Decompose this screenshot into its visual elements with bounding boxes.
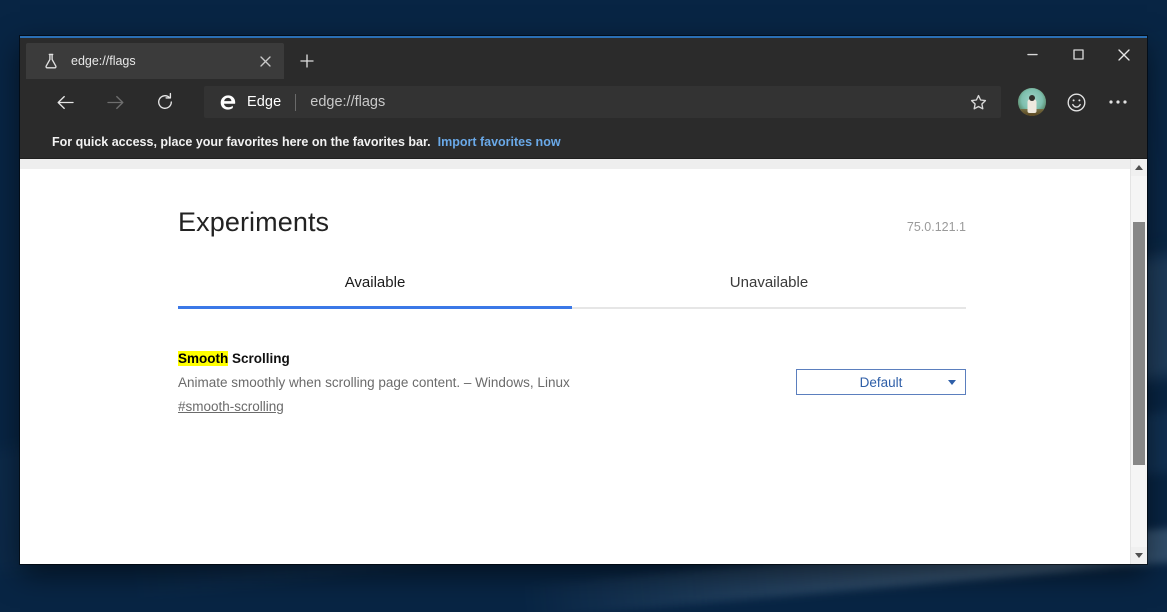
experiment-state-value: Default — [860, 375, 903, 390]
avatar — [1018, 88, 1046, 116]
flask-icon — [42, 52, 60, 70]
tab-strip: edge://flags — [20, 38, 324, 79]
back-button[interactable] — [48, 85, 82, 119]
experiment-row: Smooth Scrolling Animate smoothly when s… — [178, 351, 966, 416]
web-content-area: Experiments 75.0.121.1 Available Unavail… — [20, 159, 1147, 564]
page-tabs-active-indicator — [178, 306, 572, 309]
tab-close-icon[interactable] — [252, 48, 278, 74]
url-text[interactable]: edge://flags — [310, 94, 963, 110]
profile-button[interactable] — [1015, 85, 1049, 119]
chevron-down-icon — [948, 380, 956, 385]
experiment-description: Animate smoothly when scrolling page con… — [178, 373, 778, 394]
smiley-icon[interactable] — [1059, 85, 1093, 119]
experiment-title-rest: Scrolling — [228, 351, 290, 366]
browser-toolbar: Edge edge://flags — [20, 79, 1147, 125]
import-favorites-link[interactable]: Import favorites now — [438, 135, 561, 149]
forward-button — [98, 85, 132, 119]
minimize-button[interactable] — [1009, 38, 1055, 71]
edge-brand-label: Edge — [247, 94, 281, 110]
favorites-bar-message: For quick access, place your favorites h… — [52, 135, 431, 149]
version-label: 75.0.121.1 — [907, 220, 966, 234]
tab-available[interactable]: Available — [178, 274, 572, 309]
scrollbar-up-button[interactable] — [1131, 159, 1147, 176]
address-bar[interactable]: Edge edge://flags — [204, 86, 1001, 118]
page-title: Experiments — [178, 207, 329, 238]
browser-window: edge://flags — [20, 36, 1147, 564]
experiment-control: Default — [796, 351, 966, 395]
refresh-button[interactable] — [148, 85, 182, 119]
experiment-title: Smooth Scrolling — [178, 351, 778, 366]
desktop-wallpaper: edge://flags — [0, 0, 1167, 612]
triangle-down-icon — [1135, 553, 1143, 558]
url-separator — [295, 94, 296, 111]
title-bar: edge://flags — [20, 38, 1147, 79]
scrollbar-track[interactable] — [1131, 176, 1147, 547]
maximize-button[interactable] — [1055, 38, 1101, 71]
experiment-title-highlight: Smooth — [178, 351, 228, 366]
browser-tab-edge-flags[interactable]: edge://flags — [26, 43, 284, 79]
scrollbar-thumb[interactable] — [1133, 222, 1145, 465]
edge-logo-icon — [218, 92, 238, 112]
experiment-state-select[interactable]: Default — [796, 369, 966, 395]
page-tabs: Available Unavailable — [178, 274, 966, 309]
ellipsis-icon[interactable] — [1101, 85, 1135, 119]
experiments-list: Smooth Scrolling Animate smoothly when s… — [178, 351, 966, 416]
page-header: Experiments 75.0.121.1 — [178, 207, 966, 238]
page-scrollbar[interactable] — [1130, 159, 1147, 564]
edge-brand: Edge — [218, 92, 281, 112]
favorites-bar: For quick access, place your favorites h… — [20, 125, 1147, 159]
tab-title: edge://flags — [71, 54, 252, 68]
star-icon[interactable] — [963, 87, 993, 117]
close-button[interactable] — [1101, 38, 1147, 71]
window-controls — [1009, 38, 1147, 71]
triangle-up-icon — [1135, 165, 1143, 170]
tab-unavailable[interactable]: Unavailable — [572, 274, 966, 309]
scrollbar-down-button[interactable] — [1131, 547, 1147, 564]
new-tab-button[interactable] — [290, 44, 324, 78]
experiment-anchor-link[interactable]: #smooth-scrolling — [178, 399, 284, 414]
page-top-strip — [20, 159, 1130, 169]
experiment-info: Smooth Scrolling Animate smoothly when s… — [178, 351, 778, 416]
flags-page: Experiments 75.0.121.1 Available Unavail… — [20, 159, 1130, 564]
